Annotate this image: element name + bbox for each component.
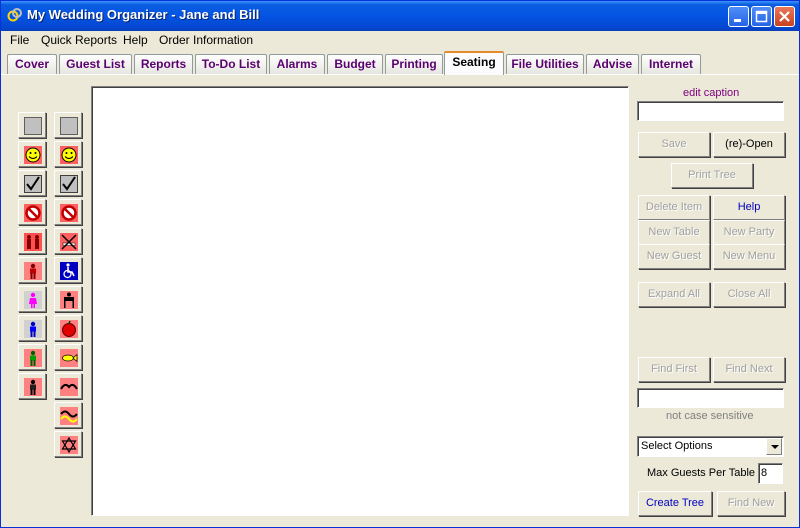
no-smoking-icon: [60, 233, 78, 251]
find-next-button[interactable]: Find Next: [713, 357, 785, 382]
palette-no-button[interactable]: [18, 199, 46, 225]
edit-caption-label: edit caption: [683, 87, 740, 99]
new-menu-button[interactable]: New Menu: [713, 244, 785, 269]
checkmark-icon: [24, 175, 42, 193]
delete-item-button[interactable]: Delete Item: [638, 195, 710, 220]
tab-printing[interactable]: Printing: [385, 54, 443, 74]
palette2-blank-button[interactable]: [54, 112, 82, 138]
fish-icon: [60, 349, 78, 367]
select-options-value: Select Options: [641, 440, 713, 452]
smiley-icon: [24, 146, 42, 164]
blank-icon: [24, 117, 42, 135]
minimize-icon: [734, 19, 741, 22]
close-all-button[interactable]: Close All: [713, 282, 785, 307]
new-guest-button[interactable]: New Guest: [638, 244, 710, 269]
tab-budget[interactable]: Budget: [327, 54, 383, 74]
menu-order-information[interactable]: Order Information: [159, 33, 253, 47]
new-table-button[interactable]: New Table: [638, 220, 710, 245]
palette2-highchair-button[interactable]: [54, 286, 82, 312]
palette-man-black-button[interactable]: [18, 373, 46, 399]
close-button[interactable]: [774, 6, 795, 27]
highchair-icon: [60, 291, 78, 309]
tab-reports[interactable]: Reports: [134, 54, 193, 74]
palette2-check-button[interactable]: [54, 170, 82, 196]
star-of-david-icon: [60, 436, 78, 454]
title-bar[interactable]: My Wedding Organizer - Jane and Bill: [1, 1, 799, 31]
caption-input[interactable]: [637, 101, 784, 121]
checkmark-icon: [60, 175, 78, 193]
expand-all-button[interactable]: Expand All: [638, 282, 710, 307]
palette2-no-button[interactable]: [54, 199, 82, 225]
palette-check-button[interactable]: [18, 170, 46, 196]
palette2-fish-button[interactable]: [54, 344, 82, 370]
woman-pink-icon: [24, 291, 42, 309]
chevron-down-icon[interactable]: [766, 438, 782, 455]
man-red-icon: [24, 262, 42, 280]
tab-alarms[interactable]: Alarms: [269, 54, 325, 74]
man-blue-icon: [24, 320, 42, 338]
find-input[interactable]: [637, 388, 784, 408]
palette-man-green-button[interactable]: [18, 344, 46, 370]
palette-smiley-button[interactable]: [18, 141, 46, 167]
couple-icon: [24, 233, 42, 251]
seating-tree-canvas[interactable]: [91, 86, 629, 516]
select-options-dropdown[interactable]: Select Options: [637, 436, 784, 457]
palette-couple-button[interactable]: [18, 228, 46, 254]
palette2-star-button[interactable]: [54, 431, 82, 457]
palette-man-blue-button[interactable]: [18, 315, 46, 341]
no-sign-icon: [24, 204, 42, 222]
tab-file-utilities[interactable]: File Utilities: [506, 54, 584, 74]
max-guests-label: Max Guests Per Table: [647, 467, 756, 479]
reopen-button[interactable]: (re)-Open: [713, 132, 785, 157]
palette2-wave-button[interactable]: [54, 402, 82, 428]
tab-guest-list[interactable]: Guest List: [59, 54, 132, 74]
tab-bar: Cover Guest List Reports To-Do List Alar…: [1, 51, 799, 75]
new-party-button[interactable]: New Party: [713, 220, 785, 245]
palette-woman-button[interactable]: [18, 286, 46, 312]
print-tree-button[interactable]: Print Tree: [671, 163, 753, 188]
help-button[interactable]: Help: [713, 195, 785, 220]
tab-seating[interactable]: Seating: [444, 51, 504, 75]
tab-to-do-list[interactable]: To-Do List: [195, 54, 267, 74]
smiley-icon: [60, 146, 78, 164]
menu-help[interactable]: Help: [123, 33, 148, 47]
max-guests-input[interactable]: 8: [758, 463, 783, 484]
wheelchair-icon: [60, 262, 78, 280]
menu-file[interactable]: File: [10, 33, 29, 47]
find-first-button[interactable]: Find First: [638, 357, 710, 382]
minimize-button[interactable]: [728, 6, 749, 27]
menu-bar: File Quick Reports Help Order Informatio…: [1, 31, 799, 50]
palette2-no-smoking-button[interactable]: [54, 228, 82, 254]
tab-internet[interactable]: Internet: [641, 54, 701, 74]
blank-icon: [60, 117, 78, 135]
palette2-mustache-button[interactable]: [54, 373, 82, 399]
find-new-button[interactable]: Find New: [717, 491, 785, 516]
mustache-icon: [60, 378, 78, 396]
not-case-sensitive-label: not case sensitive: [666, 410, 754, 422]
man-black-icon: [24, 378, 42, 396]
apple-icon: [60, 320, 78, 338]
app-window: My Wedding Organizer - Jane and Bill Fil…: [0, 0, 800, 528]
palette-blank-button[interactable]: [18, 112, 46, 138]
menu-quick-reports[interactable]: Quick Reports: [41, 33, 117, 47]
man-green-icon: [24, 349, 42, 367]
no-sign-icon: [60, 204, 78, 222]
wave-icon: [60, 407, 78, 425]
create-tree-button[interactable]: Create Tree: [638, 491, 712, 516]
maximize-button[interactable]: [751, 6, 772, 27]
palette2-wheelchair-button[interactable]: [54, 257, 82, 283]
rings-icon: [7, 8, 22, 22]
close-icon: [779, 11, 790, 22]
maximize-icon: [755, 10, 768, 23]
save-button[interactable]: Save: [638, 132, 710, 157]
window-title: My Wedding Organizer - Jane and Bill: [27, 7, 260, 22]
tab-advise[interactable]: Advise: [586, 54, 639, 74]
palette2-apple-button[interactable]: [54, 315, 82, 341]
tab-cover[interactable]: Cover: [7, 54, 57, 74]
palette2-smiley-button[interactable]: [54, 141, 82, 167]
palette-man-red-button[interactable]: [18, 257, 46, 283]
